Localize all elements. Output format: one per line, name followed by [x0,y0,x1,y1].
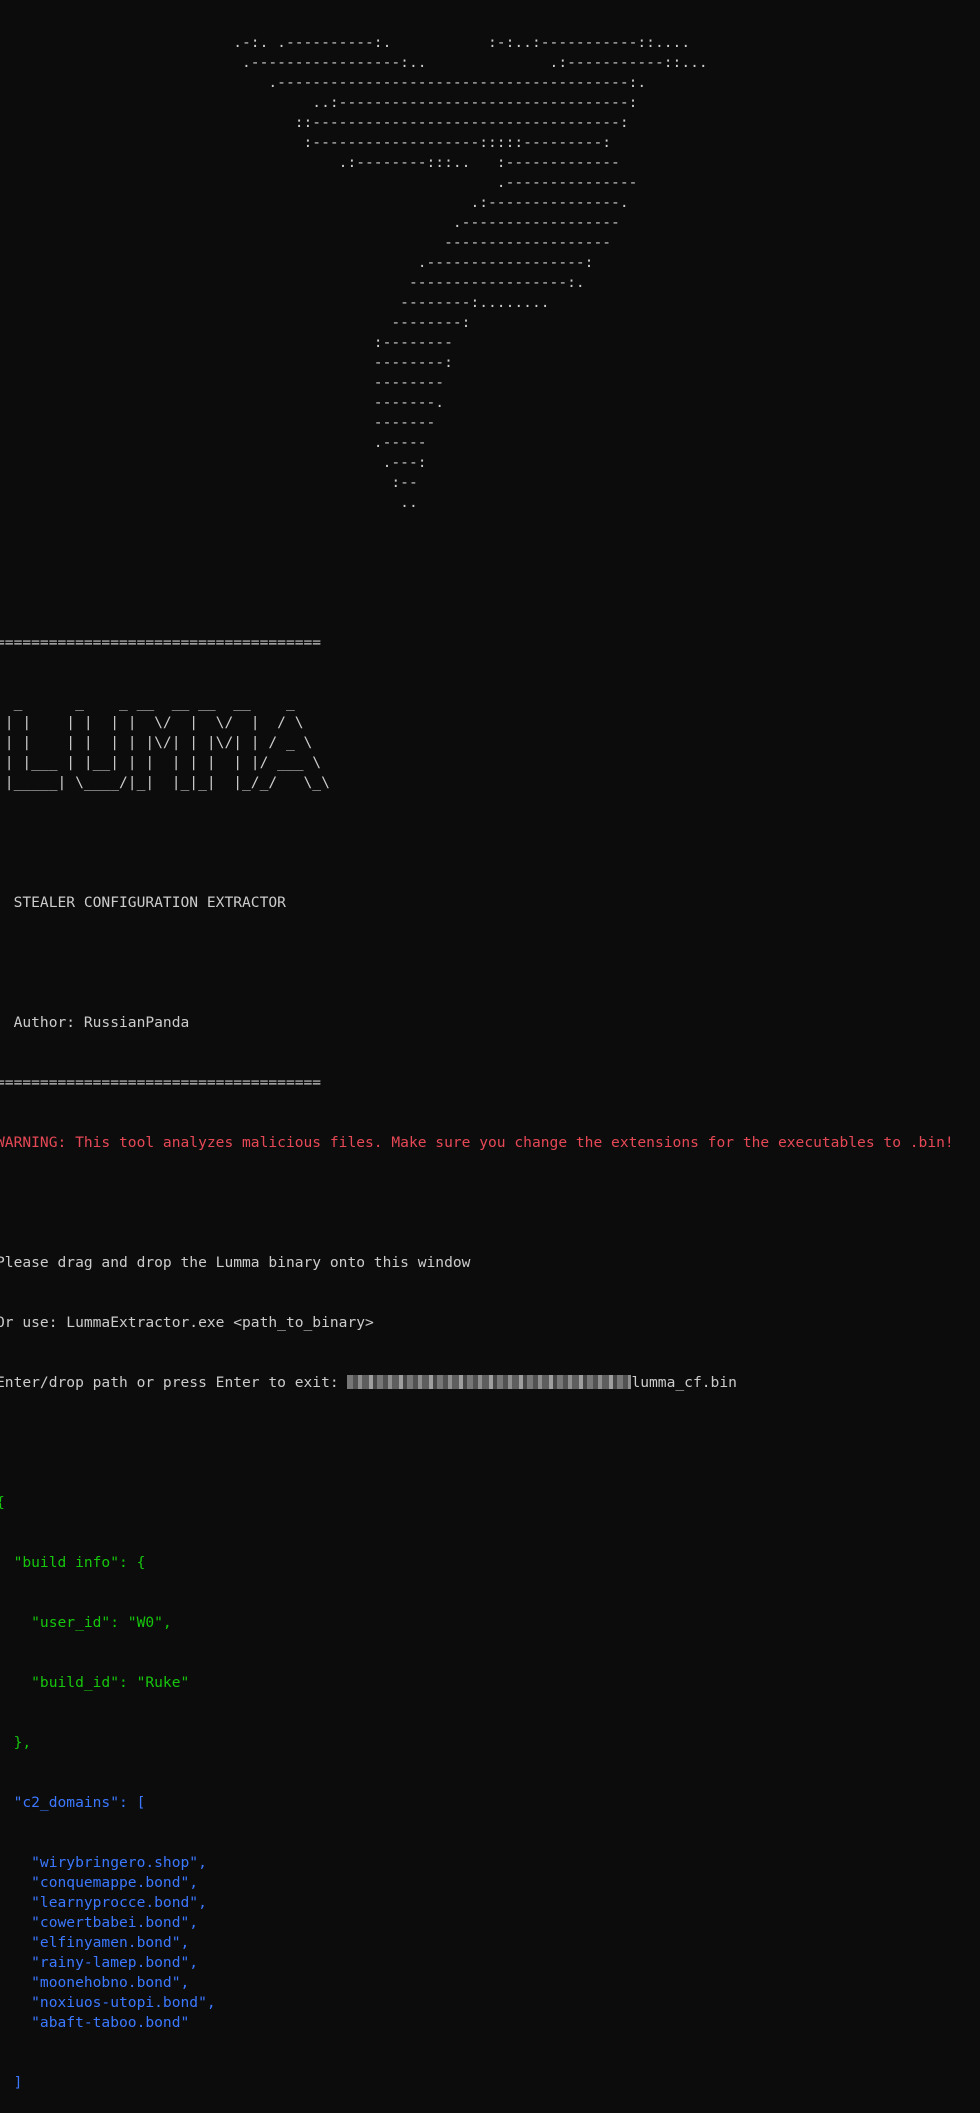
subtitle: STEALER CONFIGURATION EXTRACTOR [0,894,286,911]
ascii-logo-line: .---: [0,454,427,471]
blank-spacer [0,553,954,593]
banner-line: _ _ _ __ __ __ __ _ [0,694,295,711]
ascii-logo-line: ------------------- [0,234,612,251]
ascii-logo-line: ------------------:. [0,274,585,291]
ascii-logo-line: .:--------:::.. :------------- [0,154,620,171]
redacted-path [347,1375,632,1389]
ascii-logo-line: .-----------------:.. .:-----------::... [0,54,708,71]
console-output[interactable]: .-:. .----------:. :-:..:-----------::..… [0,0,954,2113]
c2-domain-list: "wirybringero.shop", "conquemappe.bond",… [0,1853,954,2033]
json-build-info-key: "build info": { [0,1554,146,1571]
instruction-drag-drop: Please drag and drop the Lumma binary on… [0,1254,471,1271]
ascii-logo-line: .--------------- [0,174,638,191]
json-c2-close: ] [13,2074,23,2091]
ascii-logo-line: -------- [0,374,445,391]
ascii-logo-line: .-:. .----------:. :-:..:-----------::..… [0,34,691,51]
ascii-logo-line: :-------- [0,334,453,351]
author-line: Author: RussianPanda [0,1014,190,1031]
banner-line: | | | | | | \/ | \/ | / \ [0,714,304,731]
instruction-usage: Or use: LummaExtractor.exe <path_to_bina… [0,1314,374,1331]
c2-domain-entry: "moonehobno.bond", [0,1974,190,1991]
json-c2-domains-key: "c2_domains": [ [0,1794,146,1811]
ascii-logo-line: :-------------------:::::---------: [0,134,612,151]
ascii-logo-line: -------. [0,394,445,411]
prompt-label: Enter/drop path or press Enter to exit: [0,1374,348,1391]
separator-bottom: ===================================== [0,1074,322,1091]
c2-domain-entry: "cowertbabei.bond", [0,1914,199,1931]
json-open-brace: { [0,1493,954,1513]
lumma-ascii-banner: _ _ _ __ __ __ __ _ | | | | | | \/ | \/ … [0,693,954,793]
ascii-logo-line: .----- [0,434,427,451]
c2-domain-entry: "learnyprocce.bond", [0,1894,207,1911]
ascii-logo-line: ::-----------------------------------: [0,114,629,131]
ascii-logo-line: .. [0,494,418,511]
ascii-logo-line: --------: [0,314,471,331]
ascii-logo-line: --------: [0,354,453,371]
ascii-logo-line: ..:---------------------------------: [0,94,638,111]
json-user-id: "user_id": "W0", [0,1614,172,1631]
c2-domain-entry: "rainy-lamep.bond", [0,1954,199,1971]
c2-domain-entry: "wirybringero.shop", [0,1854,207,1871]
banner-line: | | | | | | |\/| | |\/| | / _ \ [0,734,313,751]
ascii-logo-line: .------------------ [0,214,620,231]
warning-message: WARNING: This tool analyzes malicious fi… [0,1134,954,1151]
c2-domain-entry: "abaft-taboo.bond" [0,2014,190,2031]
path-prompt[interactable]: Enter/drop path or press Enter to exit: … [0,1373,954,1393]
ascii-logo-line: ------- [0,414,436,431]
c2-domain-entry: "noxiuos-utopi.bond", [0,1994,216,2011]
ascii-logo-line: .---------------------------------------… [0,74,647,91]
separator-top: ===================================== [0,634,322,651]
json-build-id: "build_id": "Ruke" [0,1674,190,1691]
c2-domain-entry: "elfinyamen.bond", [0,1934,190,1951]
ascii-logo-line: .------------------: [0,254,594,271]
ascii-logo-line: --------:........ [0,294,550,311]
c2-domain-entry: "conquemappe.bond", [0,1874,199,1891]
banner-line: |_____| \____/|_| |_|_| |_/_/ \_\ [0,774,330,791]
ascii-logo-line: :-- [0,474,418,491]
ascii-art-logo: .-:. .----------:. :-:..:-----------::..… [0,33,954,513]
json-build-info-close: }, [13,1734,32,1751]
input-filename: lumma_cf.bin [631,1374,737,1391]
ascii-logo-line: .:---------------. [0,194,629,211]
banner-line: | |___ | |__| | | | | | | |/ ___ \ [0,754,322,771]
